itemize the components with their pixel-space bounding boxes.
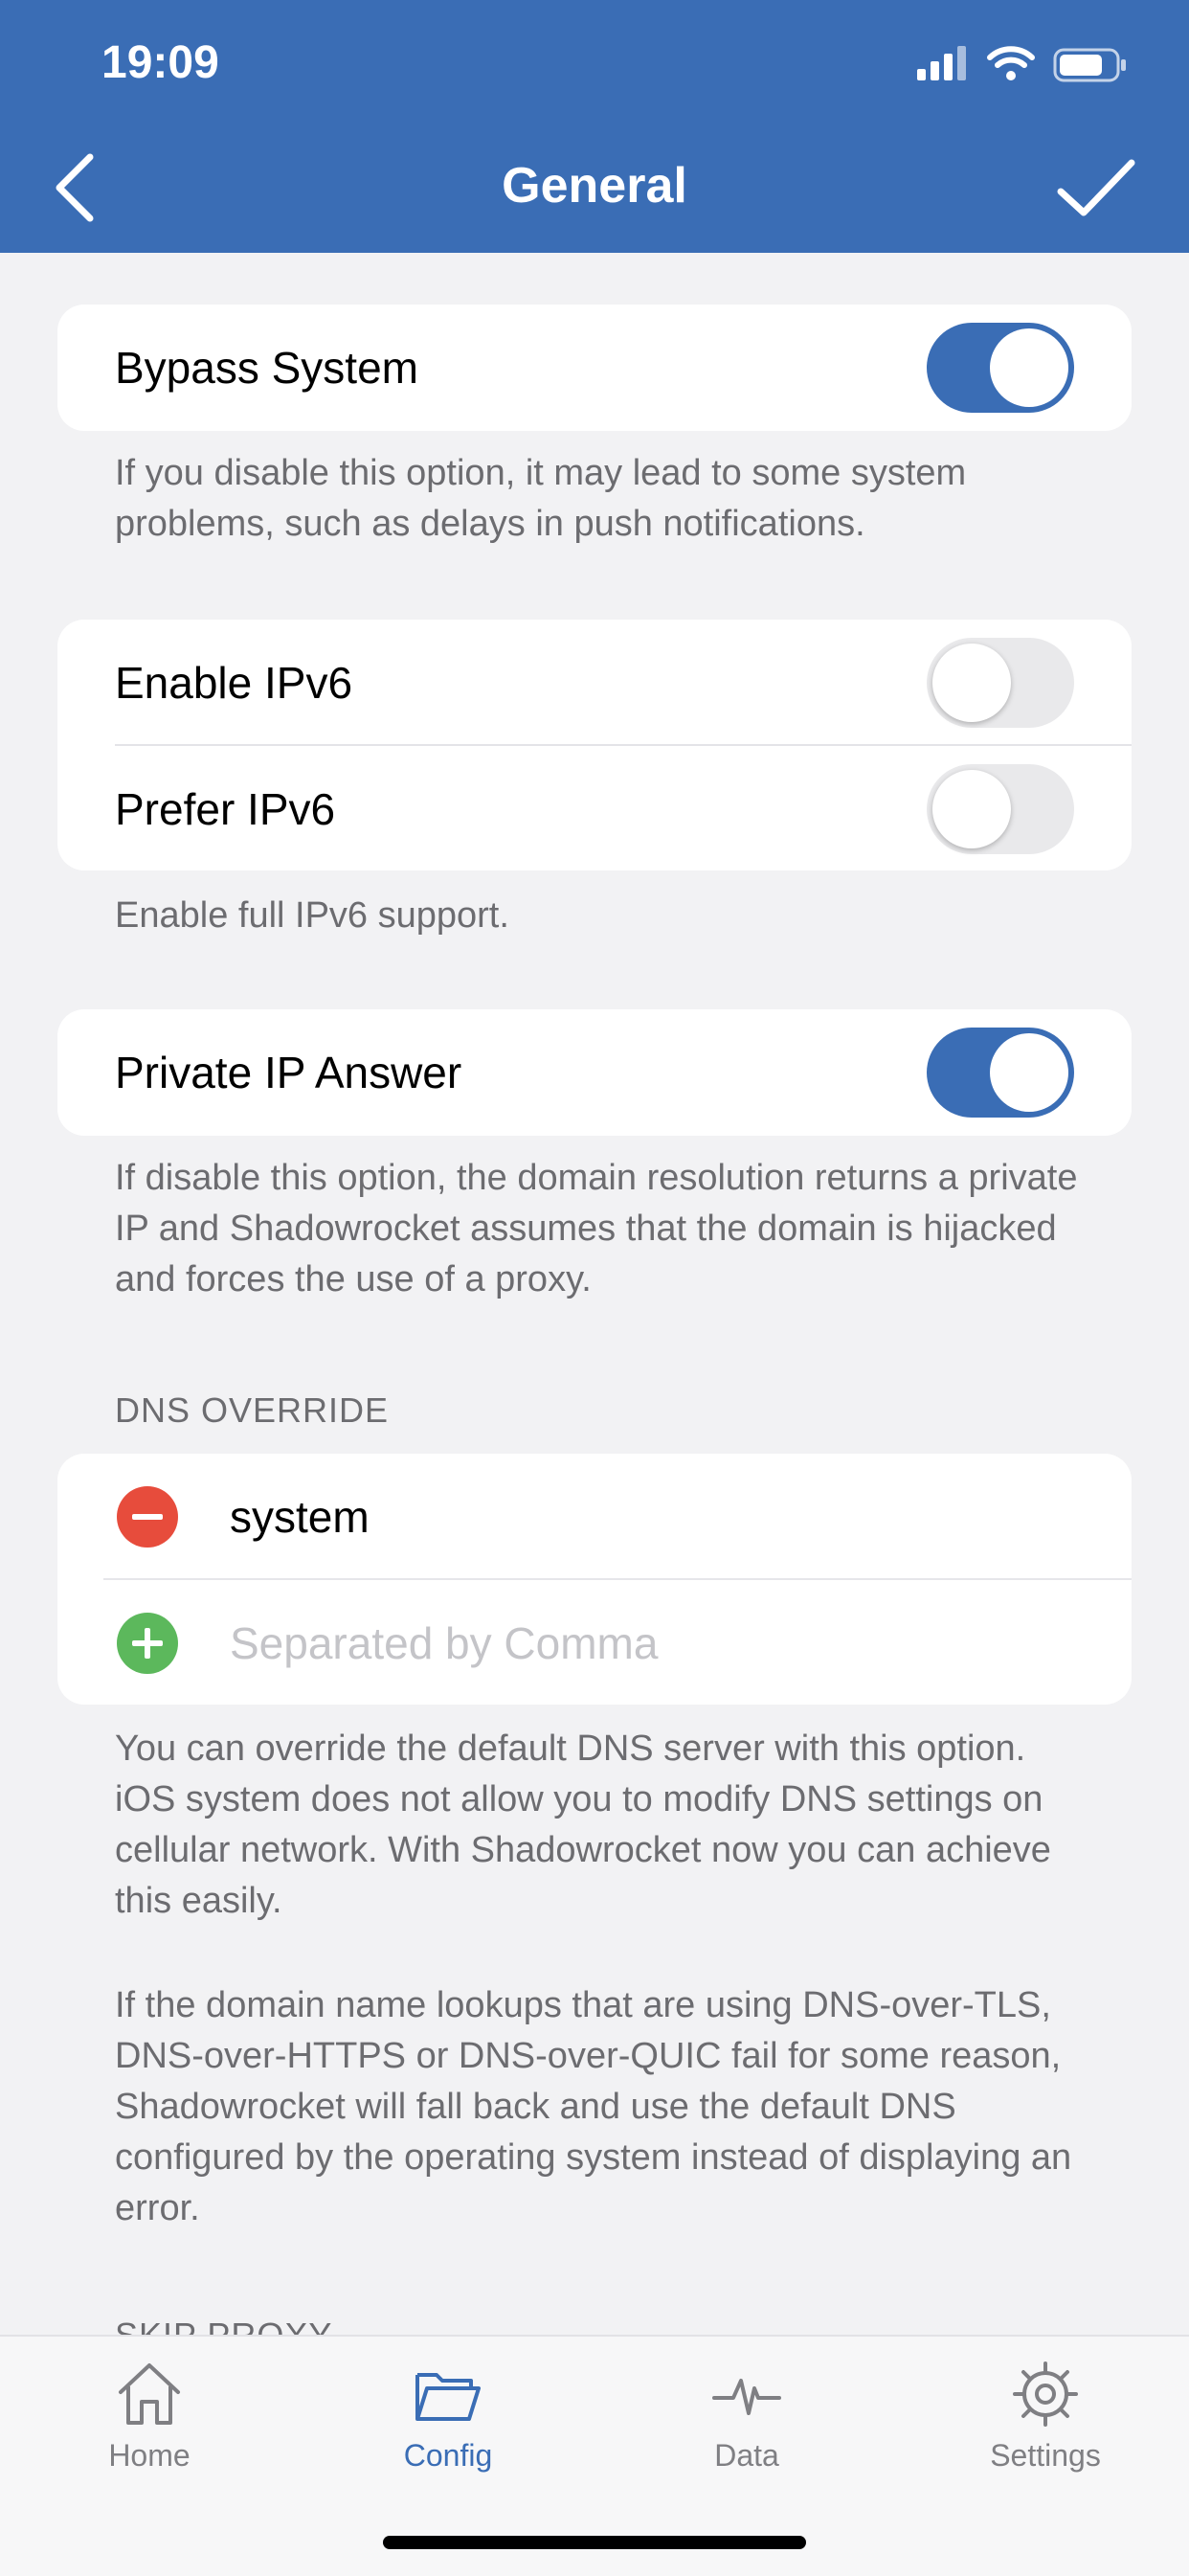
bypass-system-note: If you disable this option, it may lead … <box>115 453 967 544</box>
tab-bar: Home Config Data Settings <box>0 2335 1189 2576</box>
tab-config-label: Config <box>403 2438 493 2473</box>
folder-icon <box>415 2373 481 2421</box>
wifi-icon <box>987 46 1035 80</box>
ipv6-note: Enable full IPv6 support. <box>115 895 509 936</box>
checkmark-icon[interactable] <box>1053 155 1139 224</box>
tab-data[interactable]: Data <box>651 2337 842 2480</box>
dns-add-row <box>57 1580 1132 1705</box>
add-circle-icon[interactable] <box>117 1613 178 1674</box>
tab-home-label: Home <box>108 2438 191 2473</box>
gear-icon <box>1013 2361 1078 2427</box>
private-ip-card: Private IP Answer <box>57 1009 1132 1136</box>
navigation-bar: 19:09 General <box>0 0 1189 253</box>
remove-circle-icon[interactable] <box>117 1486 178 1548</box>
enable-ipv6-toggle[interactable] <box>927 638 1074 728</box>
dns-override-note: You can override the default DNS server … <box>115 1729 1051 1921</box>
dns-entry-row: system <box>57 1454 1132 1580</box>
bypass-system-toggle[interactable] <box>927 323 1074 413</box>
toggle-knob <box>932 770 1011 848</box>
tab-data-label: Data <box>714 2438 779 2473</box>
private-ip-row: Private IP Answer <box>57 1009 1132 1136</box>
private-ip-label: Private IP Answer <box>115 1048 462 1097</box>
house-icon <box>119 2363 180 2425</box>
dns-override-header: DNS OVERRIDE <box>115 1390 390 1430</box>
prefer-ipv6-toggle[interactable] <box>927 764 1074 854</box>
private-ip-note: If disable this option, the domain resol… <box>115 1158 1078 1299</box>
prefer-ipv6-row: Prefer IPv6 <box>57 746 1132 870</box>
toggle-knob <box>932 644 1011 722</box>
tab-settings[interactable]: Settings <box>950 2337 1141 2480</box>
status-time: 19:09 <box>101 37 219 88</box>
tab-home[interactable]: Home <box>54 2337 245 2480</box>
dns-override-card: system <box>57 1454 1132 1705</box>
tab-config[interactable]: Config <box>352 2337 544 2480</box>
dns-server-input[interactable] <box>230 1609 1053 1678</box>
prefer-ipv6-label: Prefer IPv6 <box>115 784 336 834</box>
bypass-system-row: Bypass System <box>57 305 1132 431</box>
dns-fallback-note: If the domain name lookups that are usin… <box>115 1985 1072 2228</box>
bypass-system-card: Bypass System <box>57 305 1132 431</box>
toggle-knob <box>990 328 1068 407</box>
bypass-system-label: Bypass System <box>115 343 418 393</box>
toggle-knob <box>990 1033 1068 1112</box>
enable-ipv6-label: Enable IPv6 <box>115 658 353 708</box>
home-indicator <box>383 2536 806 2549</box>
cellular-signal-icon <box>917 46 966 80</box>
page-title: General <box>502 158 687 214</box>
ipv6-card: Enable IPv6 Prefer IPv6 <box>57 620 1132 870</box>
battery-icon <box>1053 48 1126 82</box>
dns-entry-text[interactable]: system <box>230 1454 370 1580</box>
private-ip-toggle[interactable] <box>927 1028 1074 1118</box>
tab-settings-label: Settings <box>990 2438 1101 2473</box>
activity-icon <box>712 2379 781 2415</box>
enable-ipv6-row: Enable IPv6 <box>57 620 1132 746</box>
